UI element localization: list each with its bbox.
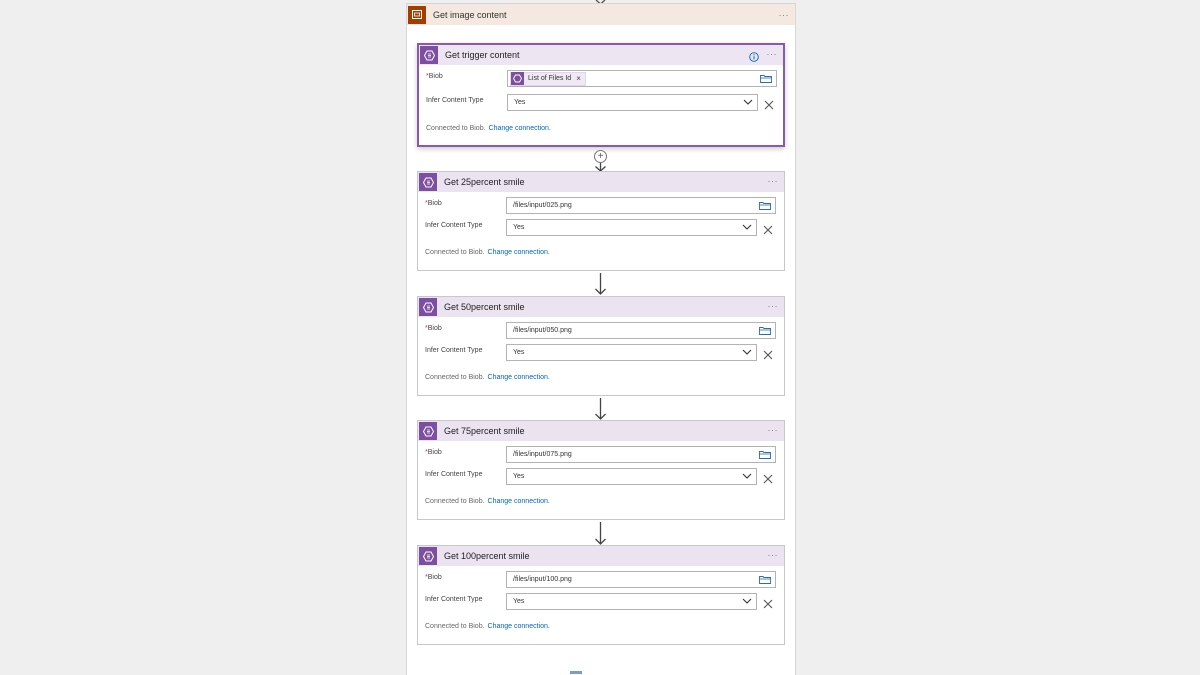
change-connection-link[interactable]: Change connection. — [488, 374, 550, 381]
blob-value: /files/input/050.png — [513, 327, 572, 334]
card-title: Get 25percent smile — [444, 177, 525, 187]
connection-text: Connected to Biob. — [425, 249, 485, 256]
chevron-down-icon — [742, 224, 752, 233]
card-header[interactable]: Get 50percent smile ··· — [418, 297, 784, 317]
blob-label: Biob — [427, 574, 442, 581]
select-value: Yes — [513, 598, 525, 605]
change-connection-link[interactable]: Change connection. — [488, 623, 550, 630]
add-action-button[interactable] — [570, 671, 582, 674]
card-get-25percent-smile[interactable]: Get 25percent smile ··· *Biob /files/inp… — [417, 171, 785, 271]
connection-info: Connected to Biob. Change connection. — [425, 374, 550, 381]
connection-text: Connected to Biob. — [425, 374, 485, 381]
info-icon[interactable] — [749, 49, 759, 67]
infer-content-type-select[interactable]: Yes — [507, 94, 758, 111]
change-connection-link[interactable]: Change connection. — [489, 125, 551, 132]
folder-icon[interactable] — [759, 201, 771, 212]
blob-icon — [419, 173, 437, 191]
blob-input[interactable]: /files/input/075.png — [506, 446, 776, 463]
infer-content-type-label: Infer Content Type — [425, 596, 483, 603]
card-menu-button[interactable]: ··· — [768, 176, 779, 186]
infer-content-type-label: Infer Content Type — [425, 347, 483, 354]
infer-content-type-label: Infer Content Type — [426, 97, 484, 104]
arrow-down-icon — [595, 398, 606, 420]
blob-label: Biob — [427, 325, 442, 332]
scope-title: Get image content — [433, 9, 507, 20]
folder-icon[interactable] — [759, 326, 771, 337]
close-icon[interactable] — [763, 222, 773, 240]
folder-icon[interactable] — [759, 575, 771, 586]
add-step-button[interactable]: + — [594, 150, 607, 163]
card-menu-button[interactable]: ··· — [768, 301, 779, 311]
card-header[interactable]: Get 25percent smile ··· — [418, 172, 784, 192]
card-header[interactable]: Get 100percent smile ··· — [418, 546, 784, 566]
infer-content-type-label: Infer Content Type — [425, 471, 483, 478]
connection-info: Connected to Biob. Change connection. — [425, 498, 550, 505]
folder-icon[interactable] — [759, 450, 771, 461]
scope-icon — [408, 5, 426, 24]
blob-value: /files/input/075.png — [513, 451, 572, 458]
blob-input[interactable]: /files/input/025.png — [506, 197, 776, 214]
blob-input[interactable]: /files/input/050.png — [506, 322, 776, 339]
dynamic-content-token[interactable]: List of Files Id × — [510, 71, 586, 86]
blob-icon — [420, 46, 438, 64]
connection-text: Connected to Biob. — [425, 498, 485, 505]
card-menu-button[interactable]: ··· — [767, 49, 778, 59]
infer-content-type-select[interactable]: Yes — [506, 344, 757, 361]
card-header[interactable]: Get trigger content ··· — [419, 45, 783, 65]
blob-value: /files/input/100.png — [513, 576, 572, 583]
arrow-down-icon — [595, 273, 606, 295]
infer-content-type-select[interactable]: Yes — [506, 593, 757, 610]
close-icon[interactable] — [764, 97, 774, 115]
chevron-down-icon — [742, 349, 752, 358]
select-value: Yes — [513, 224, 525, 231]
arrow-down-icon — [595, 522, 606, 545]
blob-icon — [419, 547, 437, 565]
card-get-trigger-content[interactable]: Get trigger content ··· *Biob List of Fi… — [417, 43, 785, 147]
chevron-down-icon — [743, 99, 753, 108]
blob-icon — [511, 72, 524, 85]
card-get-50percent-smile[interactable]: Get 50percent smile ··· *Biob /files/inp… — [417, 296, 785, 396]
connection-info: Connected to Biob. Change connection. — [426, 125, 551, 132]
blob-icon — [419, 298, 437, 316]
connection-info: Connected to Biob. Change connection. — [425, 249, 550, 256]
folder-icon[interactable] — [760, 74, 772, 85]
select-value: Yes — [513, 473, 525, 480]
scope-menu-button[interactable]: ··· — [779, 10, 790, 20]
card-get-75percent-smile[interactable]: Get 75percent smile ··· *Biob /files/inp… — [417, 420, 785, 520]
card-title: Get 75percent smile — [444, 426, 525, 436]
card-title: Get 50percent smile — [444, 302, 525, 312]
close-icon[interactable] — [763, 596, 773, 614]
card-title: Get 100percent smile — [444, 551, 530, 561]
close-icon[interactable] — [763, 471, 773, 489]
chevron-down-icon — [742, 598, 752, 607]
blob-input[interactable]: /files/input/100.png — [506, 571, 776, 588]
card-menu-button[interactable]: ··· — [768, 425, 779, 435]
scope-header[interactable]: Get image content ··· — [407, 4, 795, 25]
connection-text: Connected to Biob. — [425, 623, 485, 630]
close-icon[interactable] — [763, 347, 773, 365]
card-title: Get trigger content — [445, 50, 520, 60]
card-menu-button[interactable]: ··· — [768, 550, 779, 560]
remove-token-icon[interactable]: × — [576, 74, 581, 83]
infer-content-type-select[interactable]: Yes — [506, 468, 757, 485]
blob-label: Biob — [427, 200, 442, 207]
card-get-100percent-smile[interactable]: Get 100percent smile ··· *Biob /files/in… — [417, 545, 785, 645]
change-connection-link[interactable]: Change connection. — [488, 249, 550, 256]
select-value: Yes — [514, 99, 526, 106]
infer-content-type-label: Infer Content Type — [425, 222, 483, 229]
connection-text: Connected to Biob. — [426, 125, 486, 132]
blob-value: /files/input/025.png — [513, 202, 572, 209]
card-header[interactable]: Get 75percent smile ··· — [418, 421, 784, 441]
blob-input[interactable]: List of Files Id × — [507, 70, 777, 87]
blob-label: Biob — [428, 73, 443, 80]
blob-icon — [419, 422, 437, 440]
connection-info: Connected to Biob. Change connection. — [425, 623, 550, 630]
infer-content-type-select[interactable]: Yes — [506, 219, 757, 236]
chevron-down-icon — [742, 473, 752, 482]
blob-label: Biob — [427, 449, 442, 456]
select-value: Yes — [513, 349, 525, 356]
token-label: List of Files Id — [528, 75, 572, 82]
change-connection-link[interactable]: Change connection. — [488, 498, 550, 505]
